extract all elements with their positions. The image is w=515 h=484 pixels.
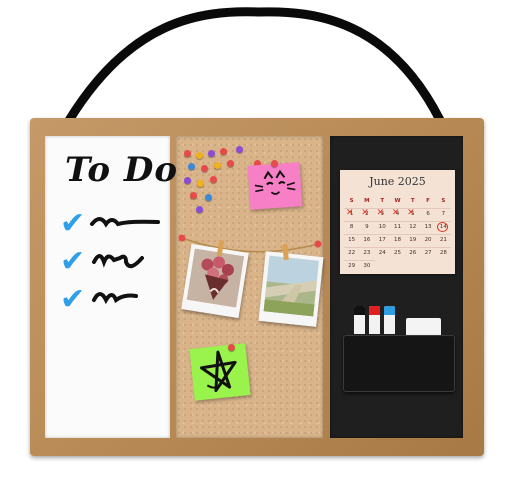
circle-mark-icon <box>436 222 448 232</box>
calendar-day: 18 <box>389 234 406 246</box>
calendar-day: 26 <box>405 247 421 259</box>
calendar-day: 8 <box>344 221 360 233</box>
blue-marker <box>384 306 395 334</box>
calendar-day: 24 <box>374 247 390 259</box>
calendar-day: 11 <box>389 221 406 233</box>
push-pin-icon <box>228 344 235 351</box>
calendar-day: 6 <box>420 208 436 220</box>
push-pin-icon <box>271 160 278 167</box>
calendar-weekday: M <box>364 198 370 204</box>
calendar-day: 27 <box>420 247 436 259</box>
calendar-day: 1 ✕ <box>344 208 360 220</box>
calendar-weekday: F <box>426 198 430 204</box>
star-doodle-icon <box>199 350 237 393</box>
calendar-day: 29 <box>344 260 360 272</box>
calendar-weekday: T <box>410 198 415 204</box>
calendar-weekday: S <box>441 198 446 204</box>
calendar-day: 2 ✕ <box>359 208 375 220</box>
calendar-day: 5 ✕ <box>405 208 421 220</box>
calendar-weekday: T <box>380 198 385 204</box>
marker-cap <box>384 306 395 315</box>
calendar-month-title: June 2025 <box>369 175 426 188</box>
flower-bouquet-photo <box>181 243 249 319</box>
calendar-day: 28 <box>435 247 451 259</box>
calendar-day: 20 <box>420 234 436 246</box>
calendar-day: 3 ✕ <box>374 208 390 220</box>
cross-mark-icon: ✕ <box>391 208 400 218</box>
cross-mark-icon: ✕ <box>361 208 369 218</box>
cross-mark-icon: ✕ <box>346 208 354 218</box>
marker-cap <box>354 306 365 315</box>
calendar-day: 15 <box>344 234 360 246</box>
calendar-day: 9 <box>359 221 375 233</box>
calendar-day: 19 <box>405 234 421 246</box>
green-sticky-note <box>189 343 251 401</box>
calendar-day: 17 <box>374 234 390 246</box>
calendar-day: 12 <box>405 221 421 233</box>
calendar-day: 30 <box>359 260 375 272</box>
calendar-day: 22 <box>344 247 360 259</box>
calendar-day: 13 <box>420 221 436 233</box>
calendar-weekday: S <box>349 198 354 204</box>
marker-cap <box>369 306 380 315</box>
cross-mark-icon: ✕ <box>376 208 385 218</box>
calendar-day: 25 <box>389 247 406 259</box>
calendar-day: 23 <box>359 247 375 259</box>
red-marker <box>369 306 380 334</box>
black-marker <box>354 306 365 334</box>
seaside-path-photo <box>258 251 324 327</box>
cross-mark-icon: ✕ <box>407 208 415 218</box>
pink-sticky-note <box>247 162 303 210</box>
calendar-day: 7 <box>435 208 451 220</box>
calendar-day: 16 <box>359 234 375 246</box>
cat-face-doodle-icon <box>254 169 296 195</box>
calendar-weekday: W <box>394 198 401 204</box>
calendar-day: 14 <box>435 221 451 233</box>
june-calendar: June 2025 S M T W T F S 1 ✕ 2 ✕ 3 ✕ 4 ✕ 5 ✕ 6 7 8 9 10 11 12 13 1… <box>340 170 455 274</box>
calendar-grid: S M T W T F S 1 ✕ 2 ✕ 3 ✕ 4 ✕ 5 ✕ 6 7 8 9 10 11 12 13 14 15 16 17 18 1… <box>344 196 451 272</box>
calendar-day: 21 <box>435 234 451 246</box>
marker-pocket <box>343 335 455 392</box>
calendar-day: 10 <box>374 221 390 233</box>
calendar-day: 4 ✕ <box>389 208 406 220</box>
